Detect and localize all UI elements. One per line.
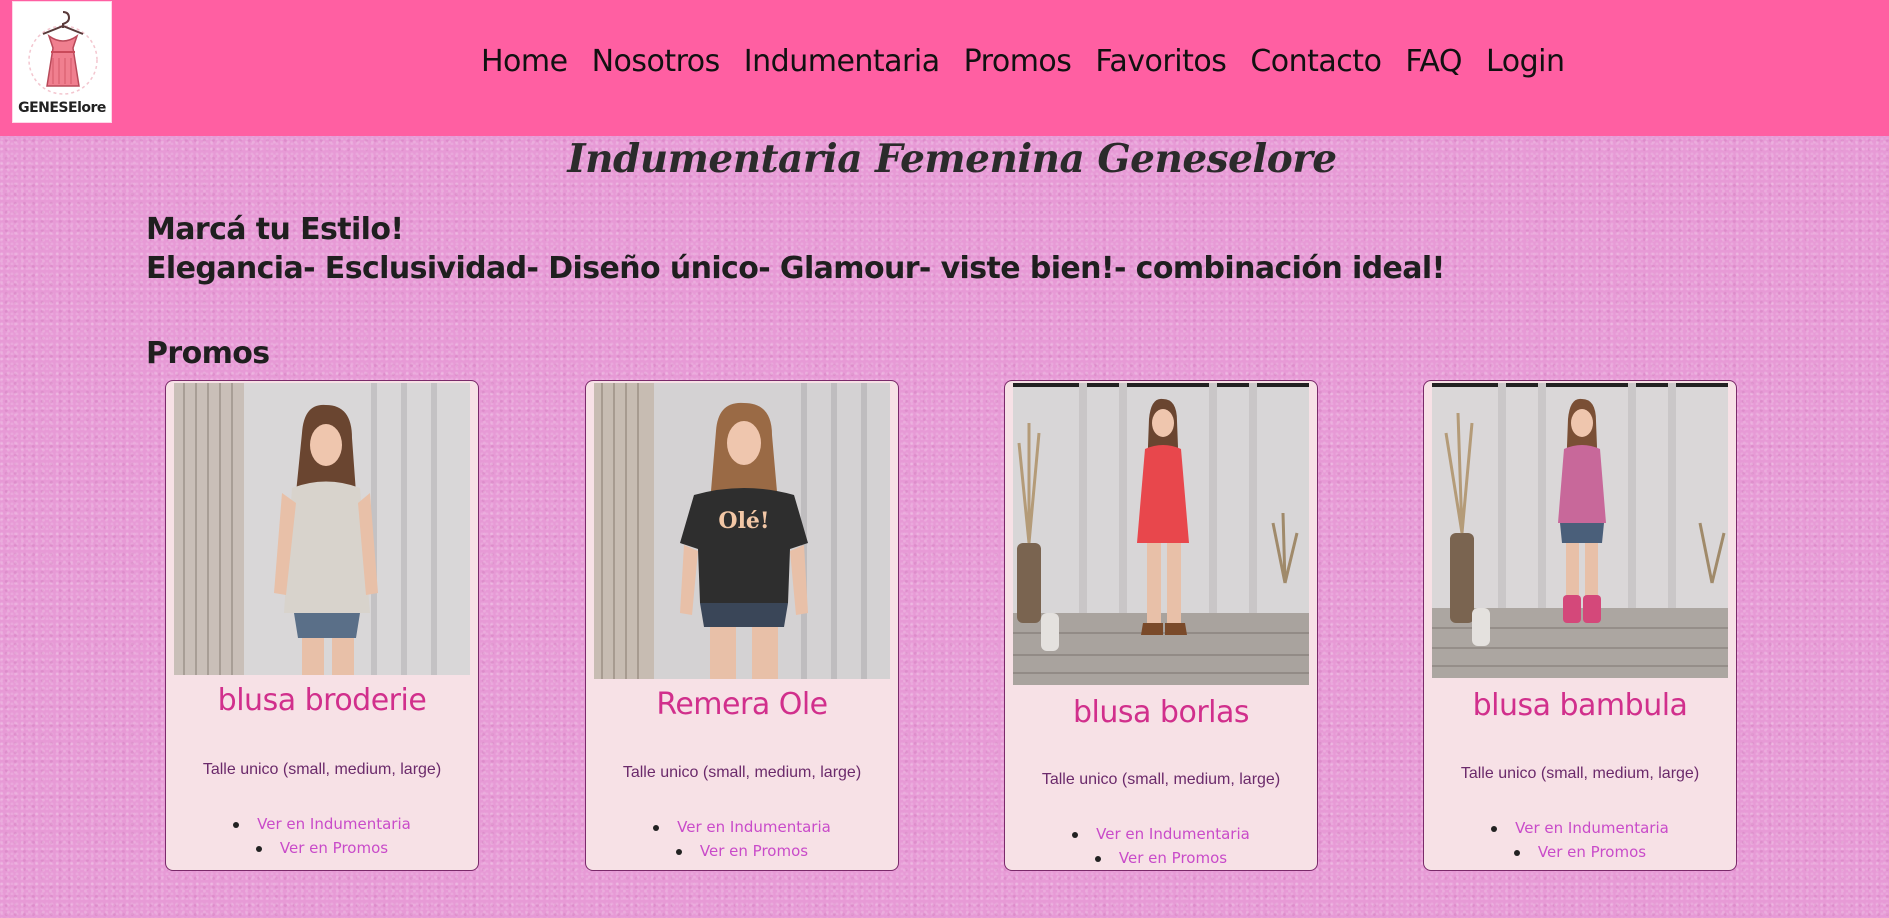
link-ver-promos[interactable]: Ver en Promos — [1119, 849, 1227, 867]
link-ver-indumentaria[interactable]: Ver en Indumentaria — [1096, 825, 1250, 843]
bullet-icon — [1072, 831, 1079, 838]
product-size: Talle unico (small, medium, large) — [622, 764, 862, 781]
nav-indumentaria[interactable]: Indumentaria — [744, 44, 940, 79]
product-photo: Olé! — [594, 383, 890, 679]
list-item: Ver en Indumentaria — [1424, 816, 1736, 840]
link-ver-promos[interactable]: Ver en Promos — [700, 842, 808, 860]
bullet-icon — [1513, 849, 1520, 856]
slogan-line-1: Marcá tu Estilo! — [146, 212, 404, 247]
product-links: Ver en Indumentaria Ver en Promos — [166, 812, 478, 860]
list-item: Ver en Promos — [166, 836, 478, 860]
product-card: blusa broderie Talle unico (small, mediu… — [165, 380, 479, 871]
bullet-icon — [255, 845, 262, 852]
nav-favoritos[interactable]: Favoritos — [1095, 44, 1226, 79]
product-photo — [1432, 383, 1728, 678]
site-title: Indumentaria Femenina Geneselore — [567, 136, 1337, 182]
list-item: Ver en Promos — [1005, 846, 1317, 870]
list-item: Ver en Promos — [1424, 840, 1736, 864]
list-item: Ver en Indumentaria — [166, 812, 478, 836]
product-size: Talle unico (small, medium, large) — [1041, 771, 1281, 788]
bullet-icon — [233, 821, 240, 828]
product-title: blusa broderie — [217, 683, 427, 718]
link-ver-indumentaria[interactable]: Ver en Indumentaria — [1515, 819, 1669, 837]
nav-promos[interactable]: Promos — [964, 44, 1072, 79]
nav-home[interactable]: Home — [481, 44, 568, 79]
product-card: blusa bambula Talle unico (small, medium… — [1423, 380, 1737, 871]
list-item: Ver en Indumentaria — [586, 815, 898, 839]
product-title: blusa bambula — [1472, 688, 1688, 723]
product-card: blusa borlas Talle unico (small, medium,… — [1004, 380, 1318, 871]
link-ver-promos[interactable]: Ver en Promos — [280, 839, 388, 857]
product-title: blusa borlas — [1072, 695, 1250, 730]
list-item: Ver en Promos — [586, 839, 898, 863]
product-links: Ver en Indumentaria Ver en Promos — [586, 815, 898, 863]
navbar: GENESElore Home Nosotros Indumentaria Pr… — [0, 0, 1889, 136]
list-item: Ver en Indumentaria — [1005, 822, 1317, 846]
product-size: Talle unico (small, medium, large) — [202, 761, 442, 778]
link-ver-promos[interactable]: Ver en Promos — [1538, 843, 1646, 861]
logo-text: GENESElore — [18, 100, 106, 116]
main-nav: Home Nosotros Indumentaria Promos Favori… — [481, 44, 1588, 79]
bullet-icon — [653, 824, 660, 831]
link-ver-indumentaria[interactable]: Ver en Indumentaria — [257, 815, 411, 833]
promos-heading: Promos — [146, 336, 270, 371]
link-ver-indumentaria[interactable]: Ver en Indumentaria — [677, 818, 831, 836]
slogan-line-2: Elegancia- Esclusividad- Diseño único- G… — [146, 251, 1445, 286]
product-title: Remera Ole — [656, 687, 828, 722]
slogan: Marcá tu Estilo! Elegancia- Esclusividad… — [146, 210, 1445, 288]
product-links: Ver en Indumentaria Ver en Promos — [1424, 816, 1736, 864]
nav-contacto[interactable]: Contacto — [1250, 44, 1382, 79]
nav-login[interactable]: Login — [1486, 44, 1565, 79]
bullet-icon — [1491, 825, 1498, 832]
brand-logo[interactable]: GENESElore — [12, 1, 112, 123]
product-links: Ver en Indumentaria Ver en Promos — [1005, 822, 1317, 870]
nav-faq[interactable]: FAQ — [1405, 44, 1462, 79]
bullet-icon — [675, 848, 682, 855]
product-size: Talle unico (small, medium, large) — [1460, 765, 1700, 782]
bullet-icon — [1094, 855, 1101, 862]
nav-nosotros[interactable]: Nosotros — [592, 44, 721, 79]
product-photo — [1013, 383, 1309, 685]
product-card: Olé! Remera Ole Talle unico (small, medi… — [585, 380, 899, 871]
shirt-print-text: Olé! — [718, 508, 769, 534]
product-photo — [174, 383, 470, 675]
